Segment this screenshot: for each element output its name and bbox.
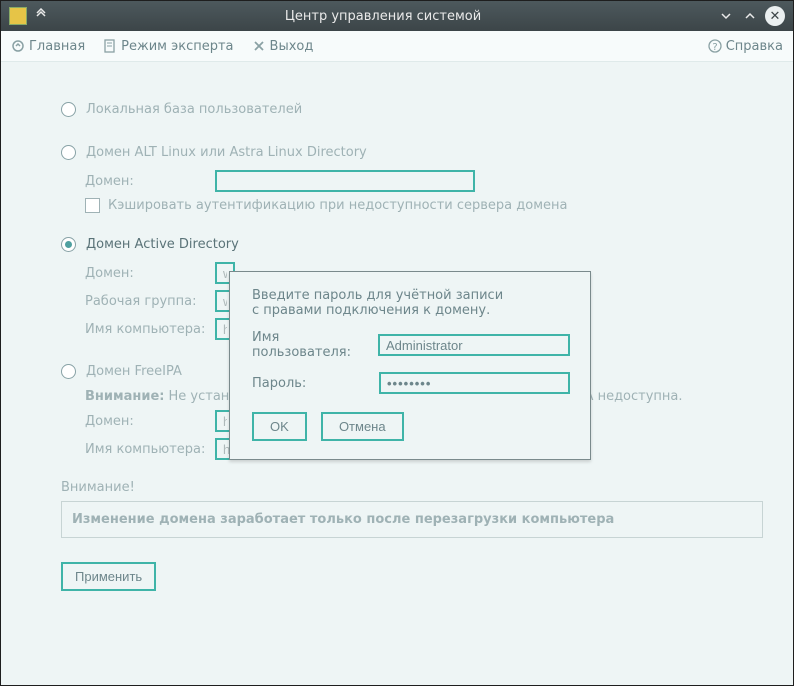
dialog-text-1: Введите пароль для учётной записи <box>252 288 570 303</box>
password-label: Пароль: <box>252 376 379 391</box>
auth-dialog: Введите пароль для учётной записи с прав… <box>229 271 591 460</box>
ok-button[interactable]: OK <box>252 412 307 441</box>
modal-overlay: Введите пароль для учётной записи с прав… <box>1 1 793 685</box>
main-window: Центр управления системой ✕ Главная Режи… <box>0 0 794 686</box>
username-input[interactable] <box>378 334 570 356</box>
username-label: Имя пользователя: <box>252 330 378 360</box>
password-input[interactable] <box>379 372 570 394</box>
dialog-text-2: с правами подключения к домену. <box>252 303 570 318</box>
cancel-button[interactable]: Отмена <box>321 412 404 441</box>
